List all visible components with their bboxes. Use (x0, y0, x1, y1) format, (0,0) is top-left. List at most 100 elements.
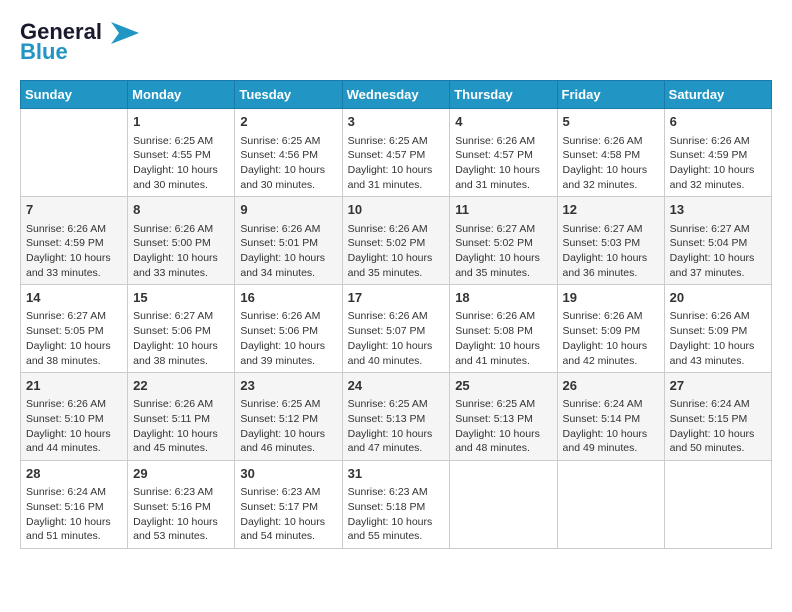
day-info: Sunrise: 6:27 AMSunset: 5:04 PMDaylight:… (670, 222, 766, 281)
col-header-saturday: Saturday (664, 81, 771, 109)
week-row-2: 7 Sunrise: 6:26 AMSunset: 4:59 PMDaylight… (21, 197, 772, 285)
day-cell: 10Sunrise: 6:26 AMSunset: 5:02 PMDayligh… (342, 197, 450, 285)
day-cell: 18 Sunrise: 6:26 AMSunset: 5:08 PMDayligh… (450, 285, 557, 373)
day-info: Sunrise: 6:25 AMSunset: 5:13 PMDaylight:… (455, 397, 551, 456)
day-number: 26 (563, 377, 659, 395)
week-row-3: 14Sunrise: 6:27 AMSunset: 5:05 PMDayligh… (21, 285, 772, 373)
day-cell: 22 Sunrise: 6:26 AMSunset: 5:11 PMDayligh… (128, 373, 235, 461)
col-header-thursday: Thursday (450, 81, 557, 109)
day-cell: 26Sunrise: 6:24 AMSunset: 5:14 PMDayligh… (557, 373, 664, 461)
day-number: 12 (563, 201, 659, 219)
day-number: 7 (26, 201, 122, 219)
day-number: 25 (455, 377, 551, 395)
day-number: 28 (26, 465, 122, 483)
day-info: Sunrise: 6:24 AMSunset: 5:15 PMDaylight:… (670, 397, 766, 456)
day-cell: 25 Sunrise: 6:25 AMSunset: 5:13 PMDayligh… (450, 373, 557, 461)
calendar-table: SundayMondayTuesdayWednesdayThursdayFrid… (20, 80, 772, 549)
day-cell (557, 461, 664, 549)
day-number: 31 (348, 465, 445, 483)
day-number: 19 (563, 289, 659, 307)
day-info: Sunrise: 6:26 AMSunset: 5:11 PMDaylight:… (133, 397, 229, 456)
week-row-5: 28 Sunrise: 6:24 AMSunset: 5:16 PMDayligh… (21, 461, 772, 549)
day-number: 15 (133, 289, 229, 307)
day-number: 24 (348, 377, 445, 395)
day-info: Sunrise: 6:23 AMSunset: 5:16 PMDaylight:… (133, 485, 229, 544)
day-cell (21, 109, 128, 197)
day-info: Sunrise: 6:26 AMSunset: 4:59 PMDaylight:… (26, 222, 122, 281)
page-header: General Blue (20, 20, 772, 64)
day-info: Sunrise: 6:27 AMSunset: 5:06 PMDaylight:… (133, 309, 229, 368)
day-cell: 12Sunrise: 6:27 AMSunset: 5:03 PMDayligh… (557, 197, 664, 285)
day-info: Sunrise: 6:23 AMSunset: 5:18 PMDaylight:… (348, 485, 445, 544)
day-info: Sunrise: 6:26 AMSunset: 5:09 PMDaylight:… (670, 309, 766, 368)
day-number: 3 (348, 113, 445, 131)
day-number: 20 (670, 289, 766, 307)
day-cell: 14Sunrise: 6:27 AMSunset: 5:05 PMDayligh… (21, 285, 128, 373)
day-number: 16 (240, 289, 336, 307)
week-row-4: 21Sunrise: 6:26 AMSunset: 5:10 PMDayligh… (21, 373, 772, 461)
day-cell: 13 Sunrise: 6:27 AMSunset: 5:04 PMDayligh… (664, 197, 771, 285)
col-header-friday: Friday (557, 81, 664, 109)
col-header-sunday: Sunday (21, 81, 128, 109)
day-number: 1 (133, 113, 229, 131)
day-info: Sunrise: 6:25 AMSunset: 5:13 PMDaylight:… (348, 397, 445, 456)
day-cell: 6 Sunrise: 6:26 AMSunset: 4:59 PMDaylight… (664, 109, 771, 197)
day-number: 4 (455, 113, 551, 131)
day-cell: 21Sunrise: 6:26 AMSunset: 5:10 PMDayligh… (21, 373, 128, 461)
day-cell: 3 Sunrise: 6:25 AMSunset: 4:57 PMDaylight… (342, 109, 450, 197)
day-cell: 5Sunrise: 6:26 AMSunset: 4:58 PMDaylight… (557, 109, 664, 197)
day-cell: 19 Sunrise: 6:26 AMSunset: 5:09 PMDayligh… (557, 285, 664, 373)
day-number: 17 (348, 289, 445, 307)
day-cell: 16 Sunrise: 6:26 AMSunset: 5:06 PMDayligh… (235, 285, 342, 373)
day-cell: 29 Sunrise: 6:23 AMSunset: 5:16 PMDayligh… (128, 461, 235, 549)
col-header-wednesday: Wednesday (342, 81, 450, 109)
day-cell: 30 Sunrise: 6:23 AMSunset: 5:17 PMDayligh… (235, 461, 342, 549)
day-cell: 20 Sunrise: 6:26 AMSunset: 5:09 PMDayligh… (664, 285, 771, 373)
day-info: Sunrise: 6:24 AMSunset: 5:16 PMDaylight:… (26, 485, 122, 544)
day-info: Sunrise: 6:25 AMSunset: 4:56 PMDaylight:… (240, 134, 336, 193)
day-cell: 31 Sunrise: 6:23 AMSunset: 5:18 PMDayligh… (342, 461, 450, 549)
day-info: Sunrise: 6:26 AMSunset: 4:57 PMDaylight:… (455, 134, 551, 193)
day-info: Sunrise: 6:26 AMSunset: 5:06 PMDaylight:… (240, 309, 336, 368)
day-number: 30 (240, 465, 336, 483)
week-row-1: 1Sunrise: 6:25 AMSunset: 4:55 PMDaylight… (21, 109, 772, 197)
day-info: Sunrise: 6:25 AMSunset: 4:57 PMDaylight:… (348, 134, 445, 193)
day-cell: 23 Sunrise: 6:25 AMSunset: 5:12 PMDayligh… (235, 373, 342, 461)
day-cell: 24 Sunrise: 6:25 AMSunset: 5:13 PMDayligh… (342, 373, 450, 461)
day-info: Sunrise: 6:26 AMSunset: 5:00 PMDaylight:… (133, 222, 229, 281)
day-number: 22 (133, 377, 229, 395)
day-cell: 28 Sunrise: 6:24 AMSunset: 5:16 PMDayligh… (21, 461, 128, 549)
day-info: Sunrise: 6:26 AMSunset: 4:59 PMDaylight:… (670, 134, 766, 193)
day-number: 6 (670, 113, 766, 131)
day-number: 10 (348, 201, 445, 219)
day-number: 5 (563, 113, 659, 131)
day-cell: 2 Sunrise: 6:25 AMSunset: 4:56 PMDaylight… (235, 109, 342, 197)
day-number: 23 (240, 377, 336, 395)
day-number: 8 (133, 201, 229, 219)
day-number: 21 (26, 377, 122, 395)
header-row: SundayMondayTuesdayWednesdayThursdayFrid… (21, 81, 772, 109)
day-info: Sunrise: 6:26 AMSunset: 5:09 PMDaylight:… (563, 309, 659, 368)
day-info: Sunrise: 6:26 AMSunset: 5:01 PMDaylight:… (240, 222, 336, 281)
day-info: Sunrise: 6:26 AMSunset: 5:07 PMDaylight:… (348, 309, 445, 368)
day-number: 13 (670, 201, 766, 219)
day-cell: 9Sunrise: 6:26 AMSunset: 5:01 PMDaylight… (235, 197, 342, 285)
day-cell (450, 461, 557, 549)
day-cell: 15 Sunrise: 6:27 AMSunset: 5:06 PMDayligh… (128, 285, 235, 373)
day-number: 18 (455, 289, 551, 307)
day-info: Sunrise: 6:25 AMSunset: 5:12 PMDaylight:… (240, 397, 336, 456)
day-info: Sunrise: 6:23 AMSunset: 5:17 PMDaylight:… (240, 485, 336, 544)
day-cell: 17 Sunrise: 6:26 AMSunset: 5:07 PMDayligh… (342, 285, 450, 373)
day-info: Sunrise: 6:26 AMSunset: 5:08 PMDaylight:… (455, 309, 551, 368)
day-cell: 8 Sunrise: 6:26 AMSunset: 5:00 PMDaylight… (128, 197, 235, 285)
day-number: 29 (133, 465, 229, 483)
day-cell: 1Sunrise: 6:25 AMSunset: 4:55 PMDaylight… (128, 109, 235, 197)
day-number: 27 (670, 377, 766, 395)
day-cell: 4 Sunrise: 6:26 AMSunset: 4:57 PMDaylight… (450, 109, 557, 197)
day-cell (664, 461, 771, 549)
day-info: Sunrise: 6:27 AMSunset: 5:05 PMDaylight:… (26, 309, 122, 368)
day-cell: 7 Sunrise: 6:26 AMSunset: 4:59 PMDaylight… (21, 197, 128, 285)
day-cell: 27 Sunrise: 6:24 AMSunset: 5:15 PMDayligh… (664, 373, 771, 461)
day-number: 2 (240, 113, 336, 131)
logo: General Blue (20, 20, 139, 64)
